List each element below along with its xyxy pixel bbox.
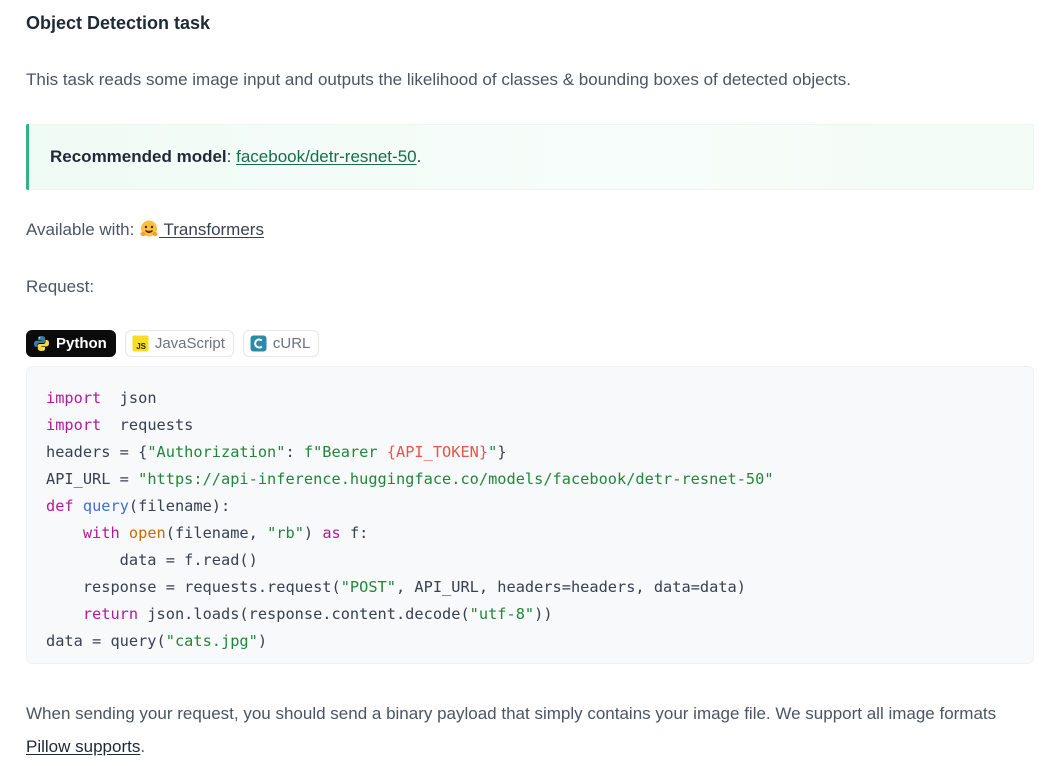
- code-token: ): [257, 632, 268, 650]
- tab-python-label: Python: [56, 335, 107, 352]
- recommended-model-label: Recommended model: [50, 147, 227, 166]
- footer-text: When sending your request, you should se…: [26, 704, 997, 723]
- footer-paragraph: When sending your request, you should se…: [26, 697, 1016, 763]
- code-token: import: [46, 389, 102, 407]
- language-tabs: Python JS JavaScript cURL: [26, 330, 320, 357]
- code-content: import json import requests headers = {"Au…: [46, 385, 774, 655]
- javascript-icon: JS: [132, 335, 149, 352]
- footer-end: .: [140, 737, 146, 756]
- tab-javascript[interactable]: JS JavaScript: [124, 330, 234, 357]
- code-line: return json.loads(response.content.decod…: [46, 601, 774, 628]
- model-link[interactable]: facebook/detr-resnet-50: [236, 147, 417, 166]
- tab-python[interactable]: Python: [26, 330, 116, 357]
- code-token: f:: [340, 524, 369, 542]
- recommended-model-callout: Recommended model: facebook/detr-resnet-…: [26, 124, 1034, 190]
- code-token: )): [534, 605, 553, 623]
- available-with: Available with: Transformers: [26, 219, 264, 240]
- curl-icon: [250, 335, 267, 352]
- code-token: requests: [101, 416, 194, 434]
- tab-curl-label: cURL: [272, 335, 311, 352]
- code-token: return: [82, 605, 139, 623]
- code-token: (filename):: [128, 497, 231, 515]
- available-prefix: Available with:: [26, 220, 140, 239]
- code-token: "Authorization": [147, 443, 286, 461]
- page-heading: Object Detection task: [26, 13, 211, 33]
- code-line: data = query("cats.jpg"): [46, 628, 774, 655]
- code-line: import requests: [46, 412, 774, 439]
- pillow-supports-link[interactable]: Pillow supports: [26, 737, 140, 756]
- code-token: as: [322, 524, 341, 542]
- code-token: f"Bearer: [303, 443, 387, 461]
- code-line: data = f.read(): [46, 547, 774, 574]
- code-token: :: [285, 443, 304, 461]
- code-token: data = query(: [46, 632, 166, 650]
- code-line: response = requests.request("POST", API_…: [46, 574, 774, 601]
- transformers-link[interactable]: Transformers: [139, 220, 264, 239]
- python-icon: [34, 336, 49, 351]
- code-line: with open(filename, "rb") as f:: [46, 520, 774, 547]
- code-token: "https://api-inference.huggingface.co/mo…: [138, 470, 774, 488]
- code-token: "utf-8": [469, 605, 535, 623]
- code-block[interactable]: import json import requests headers = {"Au…: [26, 366, 1034, 664]
- task-description: This task reads some image input and out…: [26, 70, 851, 89]
- code-token: headers = {: [46, 443, 148, 461]
- code-token: import: [46, 416, 102, 434]
- code-token: open: [128, 524, 166, 542]
- request-label: Request:: [26, 277, 95, 296]
- code-token: , API_URL, headers=headers, data=data): [395, 578, 746, 596]
- callout-end: .: [416, 147, 422, 166]
- hugging-face-emoji-icon: [140, 220, 158, 237]
- code-line: def query(filename):: [46, 493, 774, 520]
- code-line: import json: [46, 385, 774, 412]
- code-token: query: [82, 497, 129, 515]
- code-token: data = f.read(): [46, 551, 258, 569]
- code-line: headers = {"Authorization": f"Bearer {AP…: [46, 439, 774, 466]
- code-token: API_URL =: [46, 470, 139, 488]
- code-token: json.loads(response.content.decode(: [138, 605, 470, 623]
- code-token: "cats.jpg": [165, 632, 258, 650]
- transformers-label: Transformers: [163, 220, 264, 239]
- code-token: response = requests.request(: [46, 578, 341, 596]
- code-token: {API_TOKEN}: [386, 443, 489, 461]
- code-token: }: [497, 443, 507, 461]
- code-token: with: [82, 524, 120, 542]
- code-token: json: [101, 389, 157, 407]
- code-token: "rb": [267, 524, 304, 542]
- code-token: "POST": [340, 578, 396, 596]
- code-token: (filename,: [165, 524, 268, 542]
- code-token: ": [488, 443, 498, 461]
- tab-javascript-label: JavaScript: [154, 335, 225, 352]
- code-line: API_URL = "https://api-inference.hugging…: [46, 466, 774, 493]
- callout-separator: :: [226, 147, 237, 166]
- tab-curl[interactable]: cURL: [242, 330, 320, 357]
- code-token: def: [46, 497, 74, 515]
- svg-text:JS: JS: [136, 342, 146, 351]
- code-token: ): [303, 524, 323, 542]
